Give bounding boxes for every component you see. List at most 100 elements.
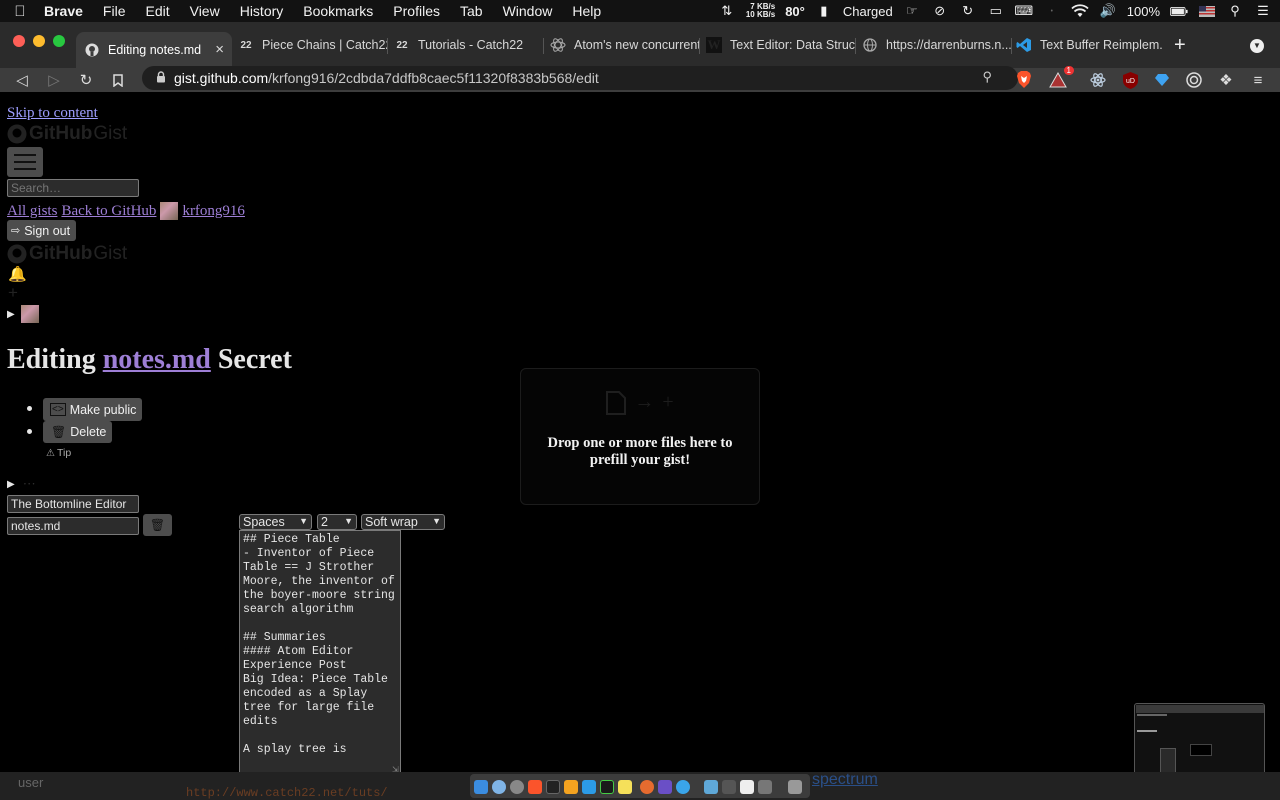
app-icon-gray[interactable] bbox=[758, 780, 772, 794]
plus-icon[interactable]: + bbox=[8, 283, 18, 303]
remove-file-button[interactable]: 🗑 bbox=[143, 514, 172, 536]
notes-icon[interactable] bbox=[618, 780, 632, 794]
brave-dock-icon[interactable] bbox=[528, 780, 542, 794]
tab-editing-notes[interactable]: Editing notes.md × bbox=[76, 32, 232, 68]
brave-shields-icon[interactable] bbox=[1014, 70, 1034, 90]
menu-profiles[interactable]: Profiles bbox=[383, 3, 450, 19]
menu-view[interactable]: View bbox=[180, 3, 230, 19]
gist-description-input[interactable]: The Bottomline Editor bbox=[7, 495, 139, 513]
menu-file[interactable]: File bbox=[93, 3, 136, 19]
user-menu-toggle[interactable]: ▶ bbox=[7, 305, 39, 323]
menu-history[interactable]: History bbox=[230, 3, 294, 19]
temperature[interactable]: 80° bbox=[785, 4, 805, 19]
back-to-github-link[interactable]: Back to GitHub bbox=[61, 203, 156, 220]
tip[interactable]: ⚠ Tip bbox=[46, 447, 71, 459]
battery-status[interactable]: Charged bbox=[843, 4, 893, 19]
app-menu[interactable]: Brave bbox=[40, 3, 93, 19]
sign-out-button[interactable]: ⇨ Sign out bbox=[7, 220, 77, 241]
target-extension-icon[interactable] bbox=[1184, 70, 1204, 90]
safari-icon[interactable] bbox=[492, 780, 506, 794]
window-thumbnail[interactable] bbox=[1134, 703, 1265, 772]
keyboard-icon[interactable]: ⌨ bbox=[1014, 3, 1033, 18]
file-drop-zone[interactable]: → + Drop one or more files here to prefil… bbox=[520, 368, 760, 505]
back-icon[interactable]: ◁ bbox=[12, 70, 32, 90]
battery-icon[interactable] bbox=[1170, 4, 1188, 18]
terminal-icon[interactable] bbox=[546, 780, 560, 794]
hamburger-menu-button[interactable] bbox=[7, 147, 43, 177]
make-public-button[interactable]: <> Make public bbox=[43, 398, 143, 421]
title-file-link[interactable]: notes.md bbox=[103, 344, 211, 375]
address-bar[interactable]: gist.github.com/krfong916/2cdbda7ddfb8ca… bbox=[142, 66, 1018, 90]
indent-mode-select[interactable]: Spaces ▼ bbox=[239, 514, 312, 530]
all-gists-link[interactable]: All gists bbox=[7, 203, 57, 220]
github-gist-logo[interactable]: GitHub Gist bbox=[7, 123, 127, 145]
tab-text-editor[interactable]: W Text Editor: Data Struc... bbox=[700, 30, 856, 60]
menu-help[interactable]: Help bbox=[562, 3, 611, 19]
battery-percent[interactable]: 100% bbox=[1127, 4, 1160, 19]
control-center-icon[interactable]: ☰ bbox=[1254, 3, 1272, 18]
indent-size-select[interactable]: 2 ▼ bbox=[317, 514, 357, 530]
menu-tab[interactable]: Tab bbox=[450, 3, 493, 19]
bluetooth-icon[interactable]: ᛫ bbox=[1043, 4, 1061, 19]
new-tab-button[interactable]: + bbox=[1174, 34, 1186, 57]
app-icon-blue[interactable] bbox=[676, 780, 690, 794]
volume-icon[interactable]: 🔊 bbox=[1099, 3, 1117, 18]
extensions-puzzle-icon[interactable]: ❖ bbox=[1216, 70, 1236, 90]
menu-edit[interactable]: Edit bbox=[135, 3, 179, 19]
reload-icon[interactable]: ↻ bbox=[76, 70, 96, 90]
vscode-dock-icon[interactable] bbox=[582, 780, 596, 794]
skip-to-content-link[interactable]: Skip to content bbox=[7, 105, 98, 122]
lock-icon[interactable] bbox=[156, 70, 166, 86]
avatar[interactable] bbox=[160, 202, 179, 220]
network-speed[interactable]: 7 KB/s 10 KB/s bbox=[746, 3, 775, 19]
sublime-text-icon[interactable] bbox=[564, 780, 578, 794]
system-preferences-icon[interactable] bbox=[510, 780, 524, 794]
finder-icon[interactable] bbox=[474, 780, 488, 794]
vpn-icon[interactable]: ⊘ bbox=[931, 3, 949, 18]
filename-input[interactable]: notes.md bbox=[7, 517, 139, 535]
details-toggle[interactable]: ▶ ··· bbox=[7, 476, 36, 492]
react-devtools-icon[interactable] bbox=[1088, 70, 1108, 90]
wifi-icon[interactable] bbox=[1071, 4, 1089, 18]
zoom-window-button[interactable] bbox=[53, 35, 65, 47]
delete-button[interactable]: 🗑 Delete bbox=[43, 421, 113, 443]
ublock-icon[interactable]: uD bbox=[1120, 70, 1140, 90]
folder-icon[interactable] bbox=[704, 780, 718, 794]
spotlight-search-icon[interactable]: ⚲ bbox=[1226, 3, 1244, 18]
brave-rewards-icon[interactable]: 1 bbox=[1048, 66, 1074, 90]
airplay-icon[interactable]: ▭ bbox=[987, 3, 1005, 18]
forward-icon[interactable]: ▷ bbox=[44, 70, 64, 90]
tab-atom[interactable]: Atom's new concurrent... bbox=[544, 30, 700, 60]
resize-handle-icon[interactable]: ⇲ bbox=[392, 765, 399, 772]
hand-icon[interactable]: ☞ bbox=[903, 3, 921, 18]
zoom-icon[interactable]: ⚲ bbox=[982, 69, 992, 85]
app-icon-dark[interactable] bbox=[722, 780, 736, 794]
code-editor-textarea[interactable]: ## Piece Table - Inventor of Piece Table… bbox=[239, 530, 401, 772]
tab-darrenburns[interactable]: https://darrenburns.n... bbox=[856, 30, 1012, 60]
app-icon-purple[interactable] bbox=[658, 780, 672, 794]
flag-icon[interactable] bbox=[1198, 4, 1216, 18]
bookmark-icon[interactable] bbox=[108, 70, 128, 90]
github-gist-logo-secondary[interactable]: GitHub Gist bbox=[7, 243, 127, 265]
menu-bookmarks[interactable]: Bookmarks bbox=[293, 3, 383, 19]
search-input[interactable] bbox=[7, 179, 139, 197]
url-text[interactable]: gist.github.com/krfong916/2cdbda7ddfb8ca… bbox=[174, 70, 599, 86]
gem-extension-icon[interactable] bbox=[1152, 70, 1172, 90]
tab-text-buffer[interactable]: Text Buffer Reimplem... bbox=[1012, 30, 1162, 60]
apple-menu-icon[interactable]:  bbox=[0, 3, 40, 20]
app-icon-orange[interactable] bbox=[640, 780, 654, 794]
close-tab-icon[interactable]: × bbox=[215, 41, 224, 58]
tab-search-icon[interactable]: ▼ bbox=[1250, 39, 1264, 53]
user-profile-link[interactable]: krfong916 bbox=[182, 203, 245, 220]
time-machine-icon[interactable]: ↻ bbox=[959, 3, 977, 18]
pdf-icon[interactable] bbox=[740, 780, 754, 794]
tab-tutorials[interactable]: 22 Tutorials - Catch22 bbox=[388, 30, 544, 60]
menu-icon[interactable]: ≡ bbox=[1248, 70, 1268, 90]
tab-piece-chains[interactable]: 22 Piece Chains | Catch22 bbox=[232, 30, 388, 60]
activity-monitor-icon[interactable] bbox=[600, 780, 614, 794]
minimize-window-button[interactable] bbox=[33, 35, 45, 47]
wrap-mode-select[interactable]: Soft wrap ▼ bbox=[361, 514, 445, 530]
sync-icon[interactable]: ⇅ bbox=[718, 3, 736, 18]
close-window-button[interactable] bbox=[13, 35, 25, 47]
menu-window[interactable]: Window bbox=[493, 3, 563, 19]
